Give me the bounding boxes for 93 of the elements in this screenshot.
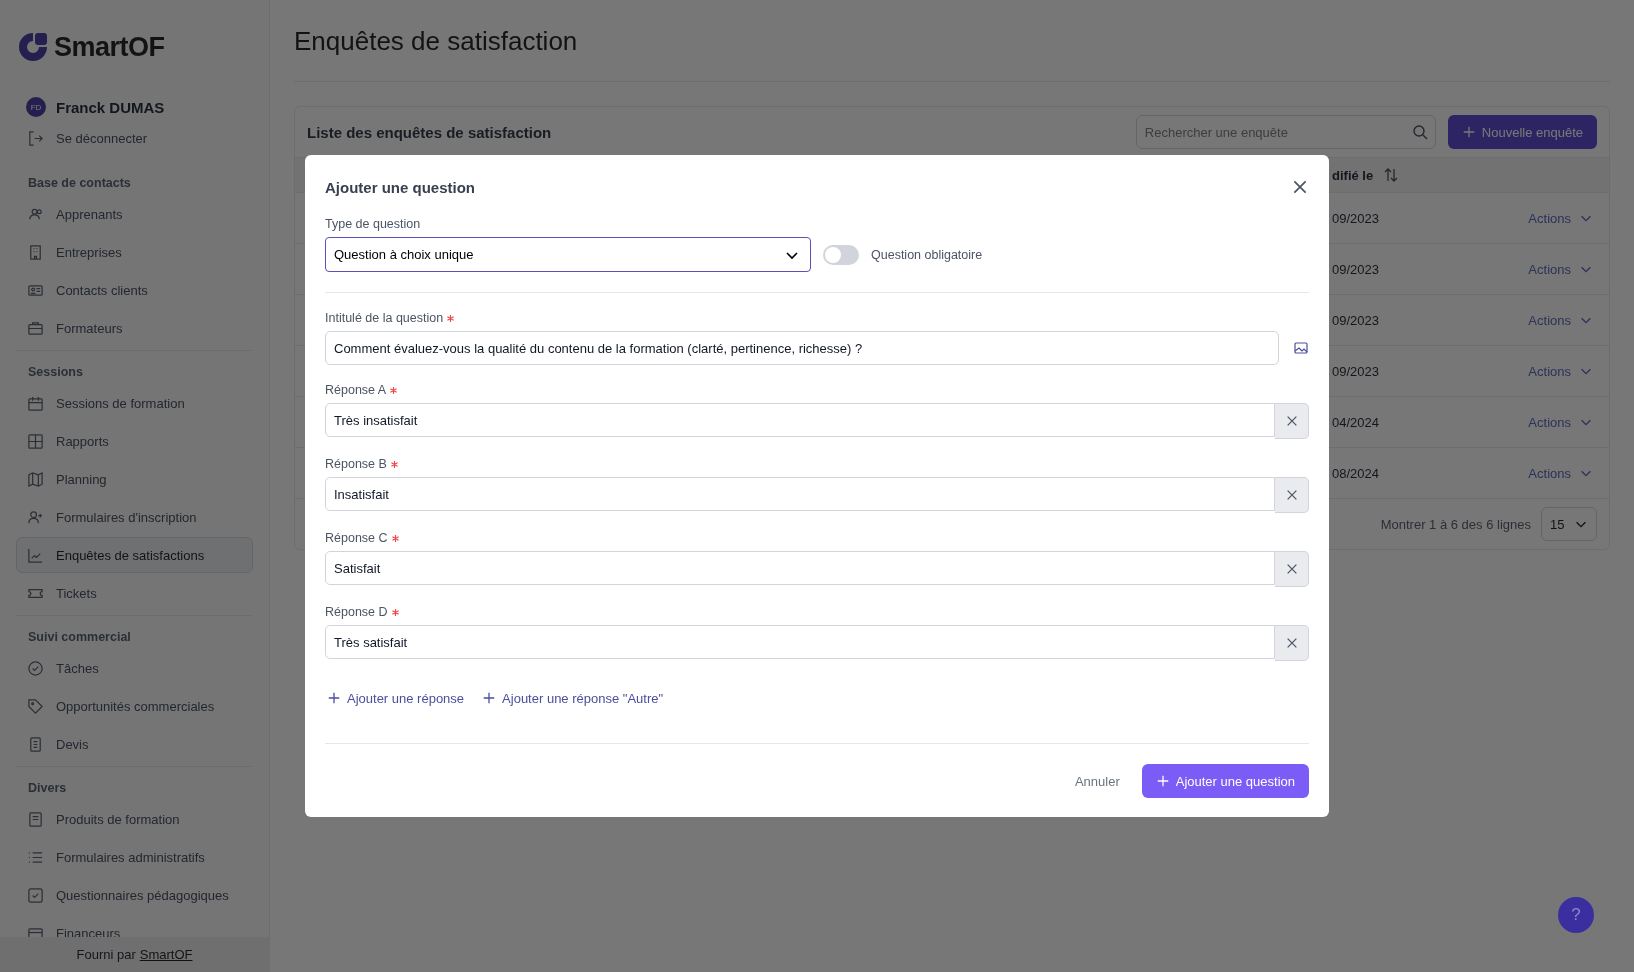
nav-icon [27, 735, 44, 753]
required-toggle[interactable] [823, 244, 859, 265]
page-title: Enquêtes de satisfaction [294, 26, 1610, 82]
page-size-select[interactable]: 15 [1541, 507, 1597, 541]
field-label: Réponse D [325, 605, 388, 619]
field-label: Réponse C [325, 531, 388, 545]
search-field[interactable]: Rechercher une enquête [1135, 115, 1436, 149]
sort-icon [1383, 167, 1400, 183]
field-label: Réponse B [325, 457, 387, 471]
sidebar-item[interactable]: Entreprises [16, 234, 253, 270]
logout-link[interactable]: Se déconnecter [16, 120, 253, 156]
field-label: Type de question [325, 217, 422, 231]
add-image-button[interactable] [1293, 340, 1309, 356]
close-icon [1291, 178, 1309, 196]
actions-menu[interactable]: Actions [1522, 311, 1609, 329]
sidebar-item[interactable]: Formateurs [16, 310, 253, 346]
remove-answer-button[interactable] [1275, 403, 1309, 439]
user-avatar: FD [26, 97, 46, 117]
nav-icon [27, 697, 44, 715]
question-type-select[interactable]: Question à choix unique [325, 237, 811, 272]
plus-icon [1155, 774, 1170, 788]
table-cell-text: 04/2024 [1332, 414, 1380, 430]
user-name: Franck DUMAS [56, 98, 165, 116]
actions-menu[interactable]: Actions [1522, 464, 1609, 482]
sidebar-item[interactable]: Tâches [16, 650, 253, 686]
nav-icon [27, 470, 44, 488]
table-cell-text: 09/2023 [1332, 261, 1380, 277]
nav-icon [27, 810, 44, 828]
sidebar-item[interactable]: Formulaires d'inscription [16, 499, 253, 535]
plus-icon [1461, 125, 1476, 139]
table-cell-text: 09/2023 [1332, 363, 1380, 379]
answer-input[interactable]: Satisfait [325, 551, 1275, 585]
nav-icon [27, 394, 44, 412]
column-header[interactable]: difié le [1332, 167, 1609, 183]
close-button[interactable] [1291, 178, 1309, 196]
new-survey-button[interactable]: Nouvelle enquête [1447, 115, 1597, 149]
sidebar-item[interactable]: Tickets [16, 575, 253, 611]
pagination-summary: Montrer 1 à 6 des 6 lignes [1380, 516, 1531, 532]
sidebar-item[interactable]: Questionnaires pédagogiques [16, 877, 253, 913]
plus-icon [327, 691, 341, 705]
logo-text: SmartOF [54, 31, 165, 63]
answer-input[interactable]: Insatisfait [325, 477, 1275, 511]
footer-text: Fourni par [76, 947, 136, 962]
answer-input[interactable]: Très satisfait [325, 625, 1275, 659]
sidebar-item[interactable]: Apprenants [16, 196, 253, 232]
plus-icon [482, 691, 497, 705]
sidebar-item[interactable]: Produits de formation [16, 801, 253, 837]
table-cell-text: 08/2024 [1332, 465, 1380, 481]
remove-answer-button[interactable] [1275, 551, 1309, 587]
field-label: Réponse A [325, 383, 387, 397]
add-question-button[interactable]: Ajouter une question [1141, 764, 1309, 798]
section-heading: Suivi commercial [27, 629, 132, 646]
nav-icon [27, 886, 44, 904]
logo-icon [16, 30, 50, 64]
sidebar-item[interactable]: Rapports [16, 423, 253, 459]
nav-icon [27, 243, 44, 261]
sidebar-item[interactable]: Enquêtes de satisfactions [16, 537, 253, 573]
logout-icon [27, 129, 44, 147]
image-icon [1293, 340, 1309, 356]
sidebar-item[interactable]: Opportunités commerciales [16, 688, 253, 724]
add-answer-link[interactable]: Ajouter une réponse "Autre" [480, 690, 666, 706]
remove-answer-button[interactable] [1275, 625, 1309, 661]
help-button[interactable]: ? [1558, 897, 1594, 933]
sidebar-item[interactable]: Planning [16, 461, 253, 497]
section-heading: Sessions [27, 364, 84, 381]
question-input[interactable]: Comment évaluez-vous la qualité du contenu de la formation (clarté, pertinence, richesse) ? [325, 331, 1279, 365]
nav-icon [27, 432, 44, 450]
sidebar-item[interactable]: Contacts clients [16, 272, 253, 308]
actions-menu[interactable]: Actions [1522, 209, 1609, 227]
sidebar-item[interactable]: Formulaires administratifs [16, 839, 253, 875]
section-heading: Divers [27, 780, 68, 797]
dialog-title: Ajouter une question [325, 178, 475, 196]
toggle-label: Question obligatoire [871, 247, 983, 262]
actions-menu[interactable]: Actions [1522, 362, 1609, 380]
actions-menu[interactable]: Actions [1522, 260, 1609, 278]
footer-link[interactable]: SmartOF [139, 947, 193, 962]
search-icon [1411, 124, 1428, 140]
sidebar-item[interactable]: Sessions de formation [16, 385, 253, 421]
remove-answer-button[interactable] [1275, 477, 1309, 513]
field-label: Intitulé de la question [325, 311, 444, 325]
actions-menu[interactable]: Actions [1522, 413, 1609, 431]
card-title: Liste des enquêtes de satisfaction [307, 123, 553, 141]
nav-icon [27, 319, 44, 337]
section-heading: Base de contacts [27, 175, 132, 192]
answer-input[interactable]: Très insatisfait [325, 403, 1275, 437]
nav-icon [27, 546, 44, 564]
table-cell-text: 09/2023 [1332, 312, 1380, 328]
cancel-button[interactable]: Annuler [1068, 772, 1126, 790]
add-answer-link[interactable]: Ajouter une réponse [325, 690, 467, 706]
sidebar-item[interactable]: Devis [16, 726, 253, 762]
nav-icon [27, 659, 44, 677]
nav-icon [27, 508, 44, 526]
table-cell-text: 09/2023 [1332, 210, 1380, 226]
